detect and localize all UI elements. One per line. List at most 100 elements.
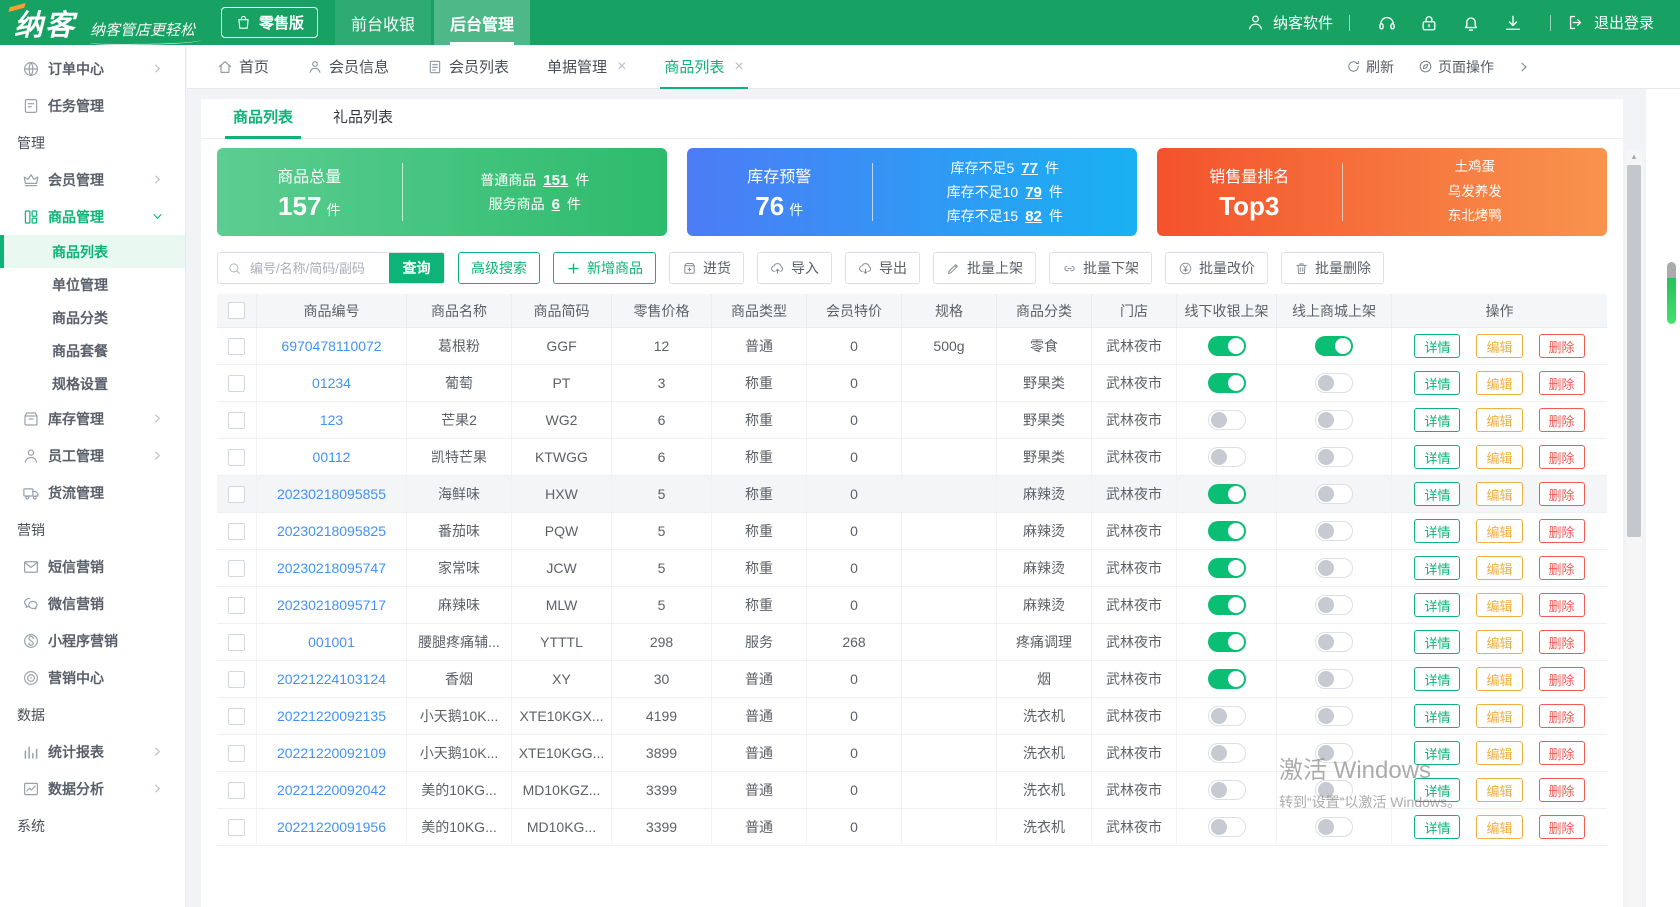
mall-toggle[interactable] <box>1315 336 1353 356</box>
stat-detail-number[interactable]: 82 <box>1025 208 1042 225</box>
mall-toggle[interactable] <box>1315 669 1353 689</box>
page-operations-button[interactable]: 页面操作 <box>1418 57 1494 77</box>
toolbar-button[interactable]: 导出 <box>845 252 920 284</box>
detail-button[interactable]: 详情 <box>1414 334 1461 358</box>
edit-button[interactable]: 编辑 <box>1476 482 1523 506</box>
user-menu[interactable]: 纳客软件 <box>1246 12 1333 33</box>
pos-toggle[interactable] <box>1207 336 1246 356</box>
search-input[interactable] <box>248 253 389 283</box>
mall-toggle[interactable] <box>1315 632 1353 652</box>
mall-toggle[interactable] <box>1315 743 1353 763</box>
product-code-link[interactable]: 00112 <box>313 449 351 465</box>
edit-button[interactable]: 编辑 <box>1476 778 1523 802</box>
product-code-link[interactable]: 20221220091956 <box>277 819 386 835</box>
sidebar-item[interactable]: 营销中心 <box>0 659 185 696</box>
sub-tab[interactable]: 礼品列表 <box>333 106 393 138</box>
download-icon[interactable] <box>1503 13 1523 33</box>
product-code-link[interactable]: 001001 <box>308 634 355 650</box>
toolbar-button[interactable]: 进货 <box>669 252 744 284</box>
tab-item[interactable]: 首页 <box>217 45 269 89</box>
detail-button[interactable]: 详情 <box>1414 815 1461 839</box>
delete-button[interactable]: 删除 <box>1538 519 1585 543</box>
product-code-link[interactable]: 20221220092109 <box>277 745 386 761</box>
sidebar-item[interactable]: 会员管理 <box>0 161 185 198</box>
query-button[interactable]: 查询 <box>389 253 444 283</box>
sidebar-subitem[interactable]: 规格设置 <box>0 367 185 400</box>
edit-button[interactable]: 编辑 <box>1476 519 1523 543</box>
detail-button[interactable]: 详情 <box>1414 593 1461 617</box>
sidebar-item[interactable]: 短信营销 <box>0 548 185 585</box>
edit-button[interactable]: 编辑 <box>1476 593 1523 617</box>
stat-detail-number[interactable]: 151 <box>543 172 568 189</box>
pos-toggle[interactable] <box>1207 669 1246 689</box>
toolbar-button[interactable]: 新增商品 <box>553 252 656 284</box>
mall-toggle[interactable] <box>1315 706 1353 726</box>
sidebar-item[interactable]: 任务管理 <box>0 87 185 124</box>
header-nav-tab[interactable]: 前台收银 <box>335 0 432 45</box>
row-checkbox[interactable] <box>228 337 245 355</box>
sidebar-item[interactable]: 库存管理 <box>0 400 185 437</box>
row-checkbox[interactable] <box>228 374 245 392</box>
row-checkbox[interactable] <box>228 633 245 651</box>
product-code-link[interactable]: 20230218095855 <box>277 486 386 502</box>
tab-item[interactable]: 会员信息 <box>307 45 389 89</box>
toolbar-button[interactable]: 高级搜索 <box>458 252 540 284</box>
pos-toggle[interactable] <box>1207 706 1246 726</box>
pos-toggle[interactable] <box>1207 410 1246 430</box>
sidebar-item[interactable]: 数据分析 <box>0 770 185 807</box>
edit-button[interactable]: 编辑 <box>1476 667 1523 691</box>
toolbar-button[interactable]: 批量上架 <box>933 252 1036 284</box>
product-code-link[interactable]: 20230218095825 <box>277 523 386 539</box>
row-checkbox[interactable] <box>228 818 245 836</box>
bell-icon[interactable] <box>1461 13 1481 33</box>
row-checkbox[interactable] <box>228 411 245 429</box>
detail-button[interactable]: 详情 <box>1414 556 1461 580</box>
pos-toggle[interactable] <box>1207 595 1246 615</box>
detail-button[interactable]: 详情 <box>1414 778 1461 802</box>
scroll-up-arrow-icon[interactable]: ▲ <box>1626 152 1642 161</box>
pos-toggle[interactable] <box>1207 632 1246 652</box>
product-code-link[interactable]: 20221220092135 <box>277 708 386 724</box>
lock-icon[interactable] <box>1419 13 1439 33</box>
row-checkbox[interactable] <box>228 781 245 799</box>
refresh-button[interactable]: 刷新 <box>1346 57 1394 77</box>
close-icon[interactable]: × <box>617 58 626 76</box>
pos-toggle[interactable] <box>1207 817 1246 837</box>
mall-toggle[interactable] <box>1315 595 1353 615</box>
edit-button[interactable]: 编辑 <box>1476 815 1523 839</box>
sidebar-item[interactable]: 商品管理 <box>0 198 185 235</box>
delete-button[interactable]: 删除 <box>1538 741 1585 765</box>
stat-detail-number[interactable]: 79 <box>1025 184 1042 201</box>
row-checkbox[interactable] <box>228 559 245 577</box>
delete-button[interactable]: 删除 <box>1538 334 1585 358</box>
product-code-link[interactable]: 20221224103124 <box>277 671 386 687</box>
header-nav-tab[interactable]: 后台管理 <box>434 0 531 45</box>
row-checkbox[interactable] <box>228 670 245 688</box>
row-checkbox[interactable] <box>228 596 245 614</box>
delete-button[interactable]: 删除 <box>1538 593 1585 617</box>
product-code-link[interactable]: 01234 <box>312 375 351 391</box>
tab-active[interactable]: 商品列表 × <box>660 45 749 89</box>
mall-toggle[interactable] <box>1315 484 1353 504</box>
pos-toggle[interactable] <box>1207 558 1246 578</box>
sidebar-subitem[interactable]: 商品列表 <box>0 235 185 268</box>
edit-button[interactable]: 编辑 <box>1476 630 1523 654</box>
pos-toggle[interactable] <box>1207 521 1246 541</box>
delete-button[interactable]: 删除 <box>1538 778 1585 802</box>
table-scrollbar-thumb[interactable] <box>1627 165 1641 537</box>
delete-button[interactable]: 删除 <box>1538 667 1585 691</box>
sidebar-item[interactable]: 统计报表 <box>0 733 185 770</box>
row-checkbox[interactable] <box>228 485 245 503</box>
product-code-link[interactable]: 20230218095747 <box>277 560 386 576</box>
edit-button[interactable]: 编辑 <box>1476 704 1523 728</box>
edit-button[interactable]: 编辑 <box>1476 445 1523 469</box>
close-icon[interactable]: × <box>734 58 743 76</box>
detail-button[interactable]: 详情 <box>1414 408 1461 432</box>
toolbar-button[interactable]: 导入 <box>757 252 832 284</box>
pos-toggle[interactable] <box>1207 447 1246 467</box>
sidebar-item[interactable]: 员工管理 <box>0 437 185 474</box>
delete-button[interactable]: 删除 <box>1538 556 1585 580</box>
sub-tab[interactable]: 商品列表 <box>224 106 302 139</box>
product-code-link[interactable]: 20230218095717 <box>277 597 386 613</box>
page-scrollbar-thumb[interactable] <box>1667 262 1676 324</box>
